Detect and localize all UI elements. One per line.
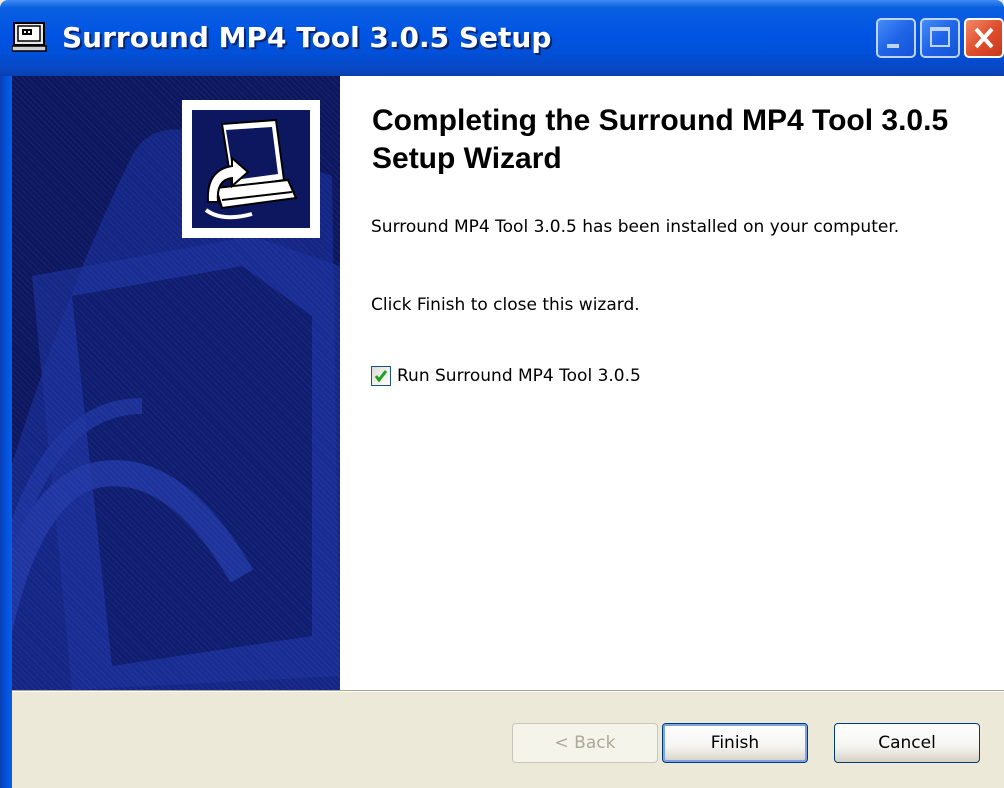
close-button[interactable]: [964, 18, 1004, 58]
close-icon: [974, 27, 994, 49]
computer-install-icon: [182, 100, 320, 238]
run-app-option[interactable]: Run Surround MP4 Tool 3.0.5: [371, 364, 641, 388]
run-app-checkbox[interactable]: [371, 366, 391, 386]
minimize-icon: [887, 44, 899, 48]
page-title: Completing the Surround MP4 Tool 3.0.5 S…: [372, 104, 949, 175]
maximize-button[interactable]: [920, 18, 960, 58]
back-button[interactable]: < Back: [512, 723, 658, 763]
installer-app-icon[interactable]: [11, 22, 48, 52]
cancel-button[interactable]: Cancel: [834, 723, 980, 763]
wizard-content: Completing the Surround MP4 Tool 3.0.5 S…: [340, 76, 1004, 690]
setup-window: Surround MP4 Tool 3.0.5 Setup Completing…: [0, 0, 1004, 788]
wizard-banner: [12, 76, 340, 690]
finish-instruction: Click Finish to close this wizard.: [371, 295, 640, 315]
window-title: Surround MP4 Tool 3.0.5 Setup: [62, 21, 552, 54]
title-bar[interactable]: Surround MP4 Tool 3.0.5 Setup: [0, 0, 1004, 76]
install-complete-message: Surround MP4 Tool 3.0.5 has been install…: [371, 217, 900, 237]
finish-button[interactable]: Finish: [662, 723, 808, 763]
minimize-button[interactable]: [876, 18, 916, 58]
checkmark-icon: [374, 370, 388, 383]
window-frame-left: [0, 76, 12, 788]
run-app-label[interactable]: Run Surround MP4 Tool 3.0.5: [397, 365, 641, 387]
maximize-icon: [930, 27, 950, 47]
